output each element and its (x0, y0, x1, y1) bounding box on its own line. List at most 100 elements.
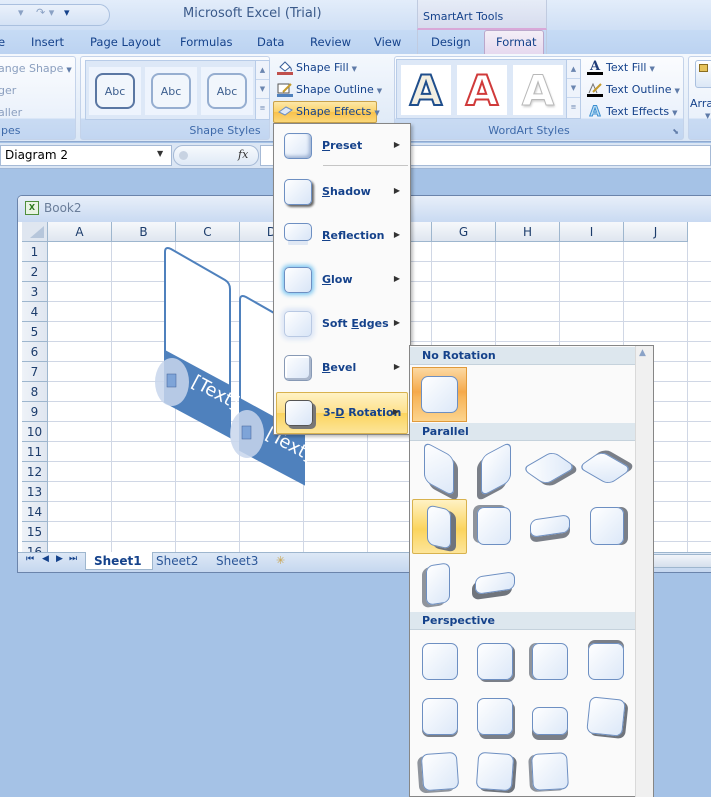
tab-design[interactable]: Design (431, 35, 471, 49)
undo-dropdown-icon[interactable]: ▾ (18, 6, 24, 19)
shape-fill-button[interactable]: Shape Fill ▼ (277, 61, 357, 75)
prev-sheet-button[interactable]: ◀ (42, 554, 49, 564)
rotation-preview-icon (586, 696, 626, 737)
rotation-preview-icon (422, 698, 458, 735)
sheet-tab-sheet2[interactable]: Sheet2 (156, 554, 198, 568)
rotation-option-parallel-3[interactable] (521, 442, 577, 497)
tab-insert[interactable]: Insert (31, 35, 64, 49)
tab-home[interactable]: e (0, 35, 5, 49)
text-effects-icon: A (589, 104, 601, 120)
gallery-scroll-down-icon[interactable]: ▼ (256, 80, 269, 99)
insert-function-button[interactable]: fx (238, 148, 248, 161)
shape-effects-menu: Preset ▶ Shadow ▶ Reflection ▶ Glow ▶ Soft Edges… (273, 123, 411, 435)
gallery-more-icon[interactable]: ≡ (567, 98, 580, 117)
shapes-group-label: pes (1, 124, 21, 137)
shape-style-option[interactable]: Abc (89, 67, 141, 115)
rotation-option-parallel-5[interactable] (412, 499, 467, 554)
change-shape-button[interactable]: ange Shape ▼ (0, 62, 72, 75)
wordart-style-option[interactable]: A (401, 65, 451, 116)
smaller-button[interactable]: aller (0, 106, 22, 119)
shape-outline-button[interactable]: Shape Outline ▼ (277, 83, 382, 97)
gallery-scroll-up-icon[interactable]: ▲ (256, 61, 269, 80)
text-outline-icon (587, 82, 603, 97)
next-sheet-button[interactable]: ▶ (56, 554, 63, 564)
text-fill-button[interactable]: A Text Fill ▼ (587, 60, 655, 75)
name-box-dropdown-icon[interactable]: ▼ (157, 149, 163, 158)
rotation-option-perspective-1[interactable] (412, 634, 467, 689)
rotation-option-perspective-3[interactable] (522, 634, 577, 689)
menu-item-bevel[interactable]: Bevel ▶ (276, 348, 408, 390)
gallery-scrollbar[interactable]: ▲ ▼ ≡ (255, 61, 269, 119)
shape-style-option[interactable]: Abc (201, 67, 253, 115)
rotation-option-perspective-10[interactable] (467, 744, 522, 797)
rotation-preview-icon (481, 441, 511, 497)
submenu-arrow-icon: ▶ (393, 230, 400, 239)
rotation-option-parallel-1[interactable] (412, 441, 467, 497)
soft-edges-icon (284, 311, 312, 337)
rotation-option-parallel-7[interactable] (522, 499, 577, 554)
rotation-option-parallel-9[interactable] (412, 556, 467, 611)
redo-icon[interactable]: ↷ ▾ (36, 6, 54, 19)
wordart-style-option[interactable]: A (457, 65, 507, 116)
rotation-preview-icon (577, 450, 633, 486)
sheet-tab-sheet1[interactable]: Sheet1 (94, 554, 142, 568)
rotation-option-parallel-8[interactable] (578, 499, 633, 554)
tab-page-layout[interactable]: Page Layout (90, 35, 161, 49)
gallery-vertical-scrollbar[interactable] (635, 346, 653, 797)
rotation-option-perspective-5[interactable] (412, 689, 467, 744)
rotation-option-perspective-11[interactable] (522, 744, 577, 797)
menu-item-preset[interactable]: Preset ▶ (276, 126, 408, 168)
name-box[interactable]: Diagram 2 (0, 145, 172, 166)
collapse-handle-icon[interactable] (179, 151, 188, 160)
arrange-button[interactable] (695, 60, 711, 88)
gallery-more-icon[interactable]: ≡ (256, 99, 269, 118)
rotation-preview-icon (477, 698, 513, 735)
tab-formulas[interactable]: Formulas (180, 35, 233, 49)
menu-item-glow[interactable]: Glow ▶ (276, 260, 408, 302)
rotation-option-parallel-10[interactable] (467, 556, 522, 611)
rotation-option-parallel-2[interactable] (467, 441, 522, 497)
submenu-arrow-icon: ▶ (393, 186, 400, 195)
customize-toolbar-icon[interactable]: ▾ (64, 6, 70, 19)
rotation-option-perspective-4[interactable] (578, 634, 633, 689)
first-sheet-button[interactable]: ⏮ (26, 554, 34, 564)
glow-icon (284, 267, 312, 293)
insert-sheet-icon[interactable]: ✳ (276, 554, 285, 567)
dialog-launcher-icon[interactable]: ⬊ (672, 127, 679, 136)
submenu-arrow-icon: ▶ (393, 318, 400, 327)
rotation-option-perspective-9[interactable] (412, 744, 467, 797)
reflection-icon (284, 223, 312, 241)
scroll-up-icon[interactable]: ▲ (639, 348, 646, 358)
rotation-option-perspective-8[interactable] (578, 689, 633, 744)
rotation-preview-icon (531, 752, 569, 791)
tab-data[interactable]: Data (257, 35, 284, 49)
menu-item-shadow[interactable]: Shadow ▶ (276, 172, 408, 214)
dropdown-arrow-icon: ▼ (376, 87, 383, 95)
rotation-preview-icon (588, 643, 624, 680)
rotation-option-perspective-7[interactable] (522, 689, 577, 744)
shape-effects-content[interactable]: Shape Effects ▼ (277, 105, 380, 119)
menu-item-3-d-rotation[interactable]: 3-D Rotation ▶ (276, 392, 408, 434)
last-sheet-button[interactable]: ⏭ (69, 554, 77, 564)
shape-style-option[interactable]: Abc (145, 67, 197, 115)
rotation-option-parallel-6[interactable] (467, 499, 522, 554)
tab-review[interactable]: Review (310, 35, 351, 49)
text-outline-button[interactable]: Text Outline ▼ (587, 82, 680, 97)
dropdown-arrow-icon: ▼ (66, 66, 72, 74)
text-effects-button[interactable]: A Text Effects ▼ (587, 104, 677, 120)
gallery-scroll-up-icon[interactable]: ▲ (567, 60, 580, 79)
gallery-scrollbar[interactable]: ▲ ▼ ≡ (566, 60, 580, 118)
tab-format[interactable]: Format (496, 35, 537, 49)
gallery-scroll-down-icon[interactable]: ▼ (567, 79, 580, 98)
rotation-option-perspective-2[interactable] (467, 634, 522, 689)
rotation-option-no-rotation-1[interactable] (412, 367, 467, 422)
menu-item-soft-edges[interactable]: Soft Edges ▶ (276, 304, 408, 346)
wordart-style-option[interactable]: A (513, 65, 563, 115)
larger-button[interactable]: ger (0, 84, 16, 97)
rotation-option-perspective-6[interactable] (467, 689, 522, 744)
rotation-preview-icon (420, 751, 460, 792)
sheet-tab-sheet3[interactable]: Sheet3 (216, 554, 258, 568)
rotation-option-parallel-4[interactable] (577, 442, 633, 497)
tab-view[interactable]: View (374, 35, 401, 49)
menu-item-reflection[interactable]: Reflection ▶ (276, 216, 408, 258)
